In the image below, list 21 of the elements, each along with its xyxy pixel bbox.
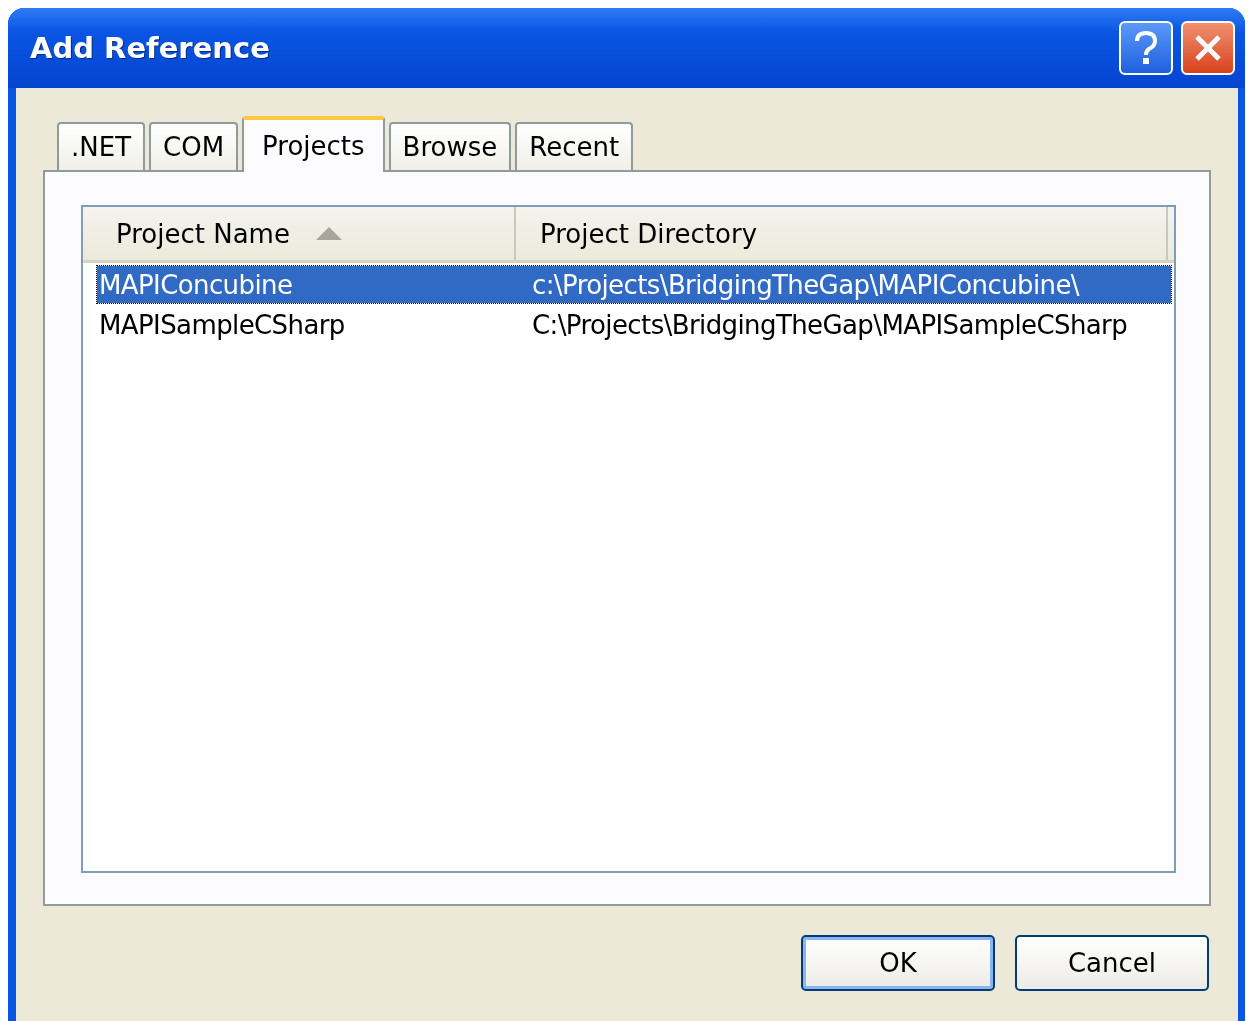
tab[interactable]: Recent [515, 122, 634, 170]
tab[interactable]: Projects [242, 116, 385, 172]
dialog-button[interactable]: OK [801, 935, 995, 991]
list-row[interactable]: MAPISampleCSharp C:\Projects\BridgingTheGap\MAPISampleCSharp [97, 306, 1171, 343]
sort-arrow-icon [315, 227, 342, 240]
dialog-button[interactable]: Cancel [1015, 935, 1209, 991]
table-cell-text: MAPISampleCSharp [98, 309, 346, 340]
close-icon [1194, 34, 1222, 62]
list-row[interactable]: MAPIConcubine c:\Projects\BridgingTheGap\MAPIConcubine\ [97, 266, 1171, 303]
table-cell: c:\Projects\BridgingTheGap\MAPIConcubine\ [532, 269, 1079, 300]
window-title: Add Reference [30, 31, 270, 65]
help-icon [1133, 31, 1159, 65]
column-header[interactable]: Project Name [83, 207, 516, 260]
column-header[interactable]: Project Directory [516, 207, 1168, 260]
table-cell-text: MAPIConcubine [98, 269, 294, 300]
help-button[interactable] [1119, 21, 1173, 75]
tab[interactable]: Browse [388, 122, 512, 170]
table-cell: C:\Projects\BridgingTheGap\MAPISampleCSharp [532, 309, 1128, 340]
tab[interactable]: .NET [57, 122, 146, 170]
close-button[interactable] [1181, 21, 1235, 75]
tab[interactable]: COM [149, 122, 239, 170]
